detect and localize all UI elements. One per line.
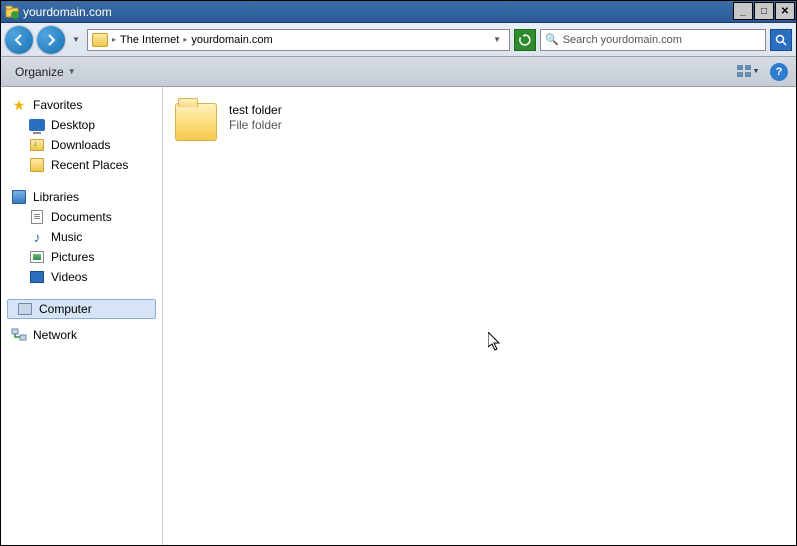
- libraries-group: Libraries Documents ♪ Music Pictures Vid…: [1, 185, 162, 297]
- sidebar-item-network[interactable]: Network: [7, 325, 156, 345]
- location-icon: [92, 33, 108, 47]
- title-bar: yourdomain.com _ □ ✕: [1, 1, 796, 23]
- computer-group: Computer: [1, 297, 162, 323]
- organize-menu[interactable]: Organize ▼: [9, 63, 82, 81]
- computer-icon: [17, 301, 33, 317]
- main-area: ★ Favorites Desktop Downloads Recent Pla…: [1, 87, 796, 545]
- help-button[interactable]: ?: [770, 63, 788, 81]
- chevron-right-icon: ▸: [112, 35, 116, 44]
- address-bar[interactable]: ▸ The Internet ▸ yourdomain.com ▼: [87, 29, 510, 51]
- sidebar-item-desktop[interactable]: Desktop: [7, 115, 156, 135]
- sidebar-item-pictures[interactable]: Pictures: [7, 247, 156, 267]
- sidebar-item-label: Desktop: [51, 118, 95, 132]
- search-go-button[interactable]: [770, 29, 792, 51]
- videos-icon: [29, 269, 45, 285]
- search-placeholder: Search yourdomain.com: [563, 34, 682, 46]
- folder-icon: [175, 103, 217, 141]
- chevron-down-icon: ▼: [68, 67, 76, 76]
- refresh-button[interactable]: [514, 29, 536, 51]
- command-bar: Organize ▼ ▼ ?: [1, 57, 796, 87]
- breadcrumb-current[interactable]: yourdomain.com: [191, 34, 272, 46]
- item-type: File folder: [229, 118, 282, 133]
- content-pane[interactable]: test folder File folder: [163, 87, 796, 545]
- sidebar-item-label: Music: [51, 230, 82, 244]
- network-icon: [11, 327, 27, 343]
- app-icon: [5, 5, 19, 19]
- sidebar-item-label: Documents: [51, 210, 112, 224]
- chevron-down-icon: ▼: [753, 68, 760, 75]
- minimize-button[interactable]: _: [733, 2, 753, 20]
- forward-button[interactable]: [37, 26, 65, 54]
- pictures-icon: [29, 249, 45, 265]
- libraries-label: Libraries: [33, 190, 79, 204]
- sidebar-item-computer[interactable]: Computer: [7, 299, 156, 319]
- favorites-group: ★ Favorites Desktop Downloads Recent Pla…: [1, 93, 162, 185]
- documents-icon: [29, 209, 45, 225]
- nav-history-dropdown[interactable]: ▼: [69, 35, 83, 44]
- item-name: test folder: [229, 103, 282, 118]
- sidebar-item-label: Recent Places: [51, 158, 128, 172]
- downloads-icon: [29, 137, 45, 153]
- back-button[interactable]: [5, 26, 33, 54]
- sidebar-item-label: Computer: [39, 302, 92, 316]
- search-box[interactable]: 🔍 Search yourdomain.com: [540, 29, 766, 51]
- favorites-label: Favorites: [33, 98, 82, 112]
- sidebar-item-recent-places[interactable]: Recent Places: [7, 155, 156, 175]
- sidebar-item-downloads[interactable]: Downloads: [7, 135, 156, 155]
- music-icon: ♪: [29, 229, 45, 245]
- sidebar-item-label: Network: [33, 328, 77, 342]
- folder-item[interactable]: test folder File folder: [171, 99, 431, 145]
- sidebar-item-label: Pictures: [51, 250, 94, 264]
- navigation-bar: ▼ ▸ The Internet ▸ yourdomain.com ▼ 🔍 Se…: [1, 23, 796, 57]
- libraries-icon: [11, 189, 27, 205]
- view-options-button[interactable]: ▼: [734, 63, 762, 81]
- organize-label: Organize: [15, 65, 64, 79]
- chevron-right-icon: ▸: [183, 35, 187, 44]
- recent-places-icon: [29, 157, 45, 173]
- close-button[interactable]: ✕: [775, 2, 795, 20]
- sidebar-item-videos[interactable]: Videos: [7, 267, 156, 287]
- navigation-pane: ★ Favorites Desktop Downloads Recent Pla…: [1, 87, 163, 545]
- star-icon: ★: [11, 97, 27, 113]
- window-title: yourdomain.com: [23, 5, 733, 19]
- desktop-icon: [29, 117, 45, 133]
- address-dropdown-icon[interactable]: ▼: [489, 35, 505, 44]
- network-group: Network: [1, 323, 162, 355]
- favorites-header[interactable]: ★ Favorites: [7, 95, 156, 115]
- libraries-header[interactable]: Libraries: [7, 187, 156, 207]
- sidebar-item-label: Videos: [51, 270, 87, 284]
- search-icon: 🔍: [545, 33, 559, 46]
- breadcrumb-root[interactable]: The Internet: [120, 34, 179, 46]
- sidebar-item-music[interactable]: ♪ Music: [7, 227, 156, 247]
- sidebar-item-label: Downloads: [51, 138, 110, 152]
- maximize-button[interactable]: □: [754, 2, 774, 20]
- sidebar-item-documents[interactable]: Documents: [7, 207, 156, 227]
